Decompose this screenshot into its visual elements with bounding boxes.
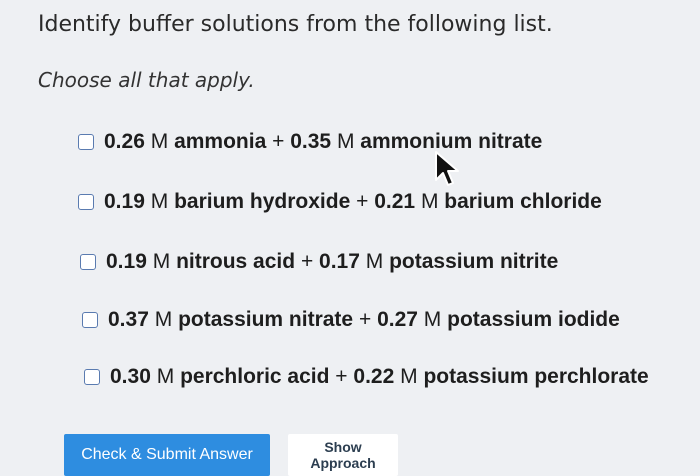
checkbox[interactable] [84,369,100,385]
checkbox[interactable] [82,312,98,328]
answer-option-2[interactable]: 0.19 M barium hydroxide + 0.21 M barium … [78,190,602,214]
checkbox[interactable] [80,254,96,270]
option-label: 0.37 M potassium nitrate + 0.27 M potass… [108,308,620,331]
mouse-pointer-icon [435,151,459,186]
instruction-text: Choose all that apply. [38,68,255,92]
check-submit-answer-button[interactable]: Check & Submit Answer [64,434,270,476]
checkbox[interactable] [78,134,94,150]
answer-option-1[interactable]: 0.26 M ammonia + 0.35 M ammonium nitrate [78,130,542,154]
answer-option-3[interactable]: 0.19 M nitrous acid + 0.17 M potassium n… [80,250,558,274]
option-label: 0.30 M perchloric acid + 0.22 M potassiu… [110,365,649,388]
option-label: 0.19 M barium hydroxide + 0.21 M barium … [104,190,602,213]
answer-option-4[interactable]: 0.37 M potassium nitrate + 0.27 M potass… [82,308,620,332]
option-label: 0.19 M nitrous acid + 0.17 M potassium n… [106,250,559,273]
show-approach-button[interactable]: Show Approach [288,434,398,476]
option-label: 0.26 M ammonia + 0.35 M ammonium nitrate [104,130,543,153]
question-prompt: Identify buffer solutions from the follo… [38,12,553,37]
checkbox[interactable] [78,194,94,210]
answer-option-5[interactable]: 0.30 M perchloric acid + 0.22 M potassiu… [84,365,649,389]
